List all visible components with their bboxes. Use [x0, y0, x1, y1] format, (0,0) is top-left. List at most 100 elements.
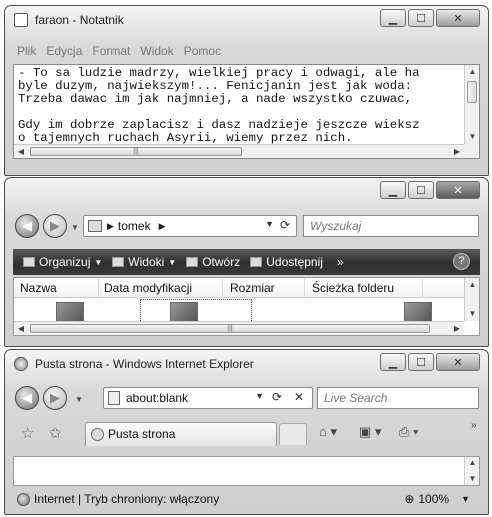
scroll-up-icon[interactable]: ▲ — [465, 65, 480, 79]
close-button[interactable]: ✕ — [436, 9, 480, 27]
search-input[interactable]: Live Search — [317, 387, 479, 409]
scroll-up-icon[interactable]: ▲ — [465, 278, 479, 292]
new-tab-button[interactable] — [279, 423, 307, 445]
recent-pages-icon[interactable]: ▼ — [75, 395, 83, 404]
page-content[interactable]: ▲ ▼ — [13, 456, 480, 486]
zoom-dropdown-icon[interactable]: ▼ — [461, 494, 470, 504]
home-icon[interactable]: ⌂ ▾ — [319, 424, 337, 440]
minimize-button[interactable]: ▁ — [380, 353, 406, 371]
address-dropdown-icon[interactable]: ▼ — [265, 219, 274, 229]
vertical-scrollbar[interactable]: ▲ ▼ — [464, 457, 479, 485]
globe-icon — [17, 492, 30, 506]
zoom-icon[interactable]: ⊕ — [404, 492, 414, 506]
breadcrumb[interactable]: tomek — [118, 219, 151, 233]
views-label: Widoki — [128, 255, 165, 269]
views-button[interactable]: Widoki ▼ — [112, 255, 176, 269]
column-date-modified[interactable]: Data modyfikacji — [104, 281, 192, 295]
chevron-down-icon: ▼ — [94, 257, 103, 267]
tab-label: Pusta strona — [108, 427, 176, 441]
refresh-icon[interactable]: ⟳ — [276, 218, 294, 234]
vertical-scrollbar[interactable]: ▲ ▼ — [464, 278, 479, 321]
notepad-icon — [14, 13, 28, 27]
vertical-scrollbar[interactable]: ▲ ▼ — [464, 65, 479, 144]
address-bar[interactable]: about:blank ▼ ⟳ ✕ — [103, 387, 313, 409]
file-thumbnail[interactable] — [170, 302, 198, 322]
back-button[interactable]: ◀ — [15, 214, 39, 238]
more-tools-button[interactable]: » — [471, 420, 477, 431]
chevron-right-icon[interactable]: ▶ — [159, 221, 166, 232]
maximize-button[interactable]: ☐ — [408, 9, 434, 27]
scroll-right-icon[interactable]: ▶ — [450, 145, 464, 158]
file-thumbnail[interactable] — [56, 302, 84, 322]
ie-window: Pusta strona - Windows Internet Explorer… — [4, 349, 489, 515]
column-divider[interactable] — [304, 278, 305, 298]
column-name[interactable]: Nazwa — [20, 281, 57, 295]
ie-titlebar[interactable]: Pusta strona - Windows Internet Explorer… — [5, 350, 488, 378]
horizontal-scrollbar[interactable]: ◀ ||| ▶ — [14, 321, 464, 335]
column-size[interactable]: Rozmiar — [230, 281, 275, 295]
notepad-titlebar[interactable]: faraon - Notatnik ▁ ☐ ✕ — [5, 6, 488, 34]
folder-icon — [88, 220, 102, 232]
search-input[interactable]: Wyszukaj — [303, 215, 479, 237]
print-icon[interactable]: ⎙ ▾ — [399, 424, 418, 440]
scroll-left-icon[interactable]: ◀ — [14, 145, 28, 158]
column-divider[interactable] — [222, 278, 223, 298]
scroll-down-icon[interactable]: ▼ — [465, 473, 480, 485]
address-dropdown-icon[interactable]: ▼ — [255, 391, 264, 401]
maximize-button[interactable]: ☐ — [408, 181, 434, 199]
scroll-down-icon[interactable]: ▼ — [465, 130, 480, 144]
help-icon[interactable]: ? — [453, 253, 470, 270]
zoom-level[interactable]: 100% — [418, 492, 449, 506]
close-button[interactable]: ✕ — [436, 353, 480, 371]
recent-pages-icon[interactable]: ▼ — [71, 223, 79, 232]
tab-blank-page[interactable]: Pusta strona — [85, 422, 277, 446]
ie-icon — [14, 357, 28, 371]
column-divider[interactable] — [98, 278, 99, 298]
back-button[interactable]: ◀ — [15, 386, 39, 410]
forward-button[interactable]: ▶ — [43, 386, 67, 410]
address-bar[interactable]: ▶ tomek ▶ ▼ ⟳ — [83, 215, 297, 237]
open-label: Otwórz — [202, 255, 241, 269]
command-bar: Organizuj ▼ Widoki ▼ Otwórz Udostępnij »… — [13, 249, 480, 275]
organize-label: Organizuj — [39, 255, 91, 269]
horizontal-scrollbar[interactable]: ◀ ||| ▶ — [14, 144, 464, 158]
scroll-down-icon[interactable]: ▼ — [465, 307, 479, 321]
add-favorites-icon[interactable]: ✩ — [49, 424, 62, 442]
menu-widok[interactable]: Widok — [140, 44, 173, 62]
open-button[interactable]: Otwórz — [186, 255, 240, 269]
scroll-right-icon[interactable]: ▶ — [450, 322, 464, 335]
menu-plik[interactable]: Plik — [17, 44, 36, 62]
more-commands-button[interactable]: » — [337, 255, 344, 269]
resize-grip[interactable] — [464, 144, 479, 158]
menu-edycja[interactable]: Edycja — [46, 44, 82, 62]
editor-text[interactable]: - To sa ludzie madrzy, wielkiej pracy i … — [18, 67, 461, 145]
explorer-titlebar[interactable]: ▁ ☐ ✕ — [5, 178, 488, 206]
notepad-menubar: Plik Edycja Format Widok Pomoc — [13, 44, 480, 62]
stop-icon[interactable]: ✕ — [290, 390, 308, 406]
column-header-row: Nazwa Data modyfikacji Rozmiar Ścieżka f… — [14, 278, 479, 298]
column-folder-path[interactable]: Ścieżka folderu — [312, 281, 394, 295]
refresh-icon[interactable]: ⟳ — [268, 390, 286, 406]
file-list[interactable]: Nazwa Data modyfikacji Rozmiar Ścieżka f… — [13, 277, 480, 336]
menu-pomoc[interactable]: Pomoc — [184, 44, 221, 62]
minimize-button[interactable]: ▁ — [380, 181, 406, 199]
forward-button[interactable]: ▶ — [43, 214, 67, 238]
close-button[interactable]: ✕ — [436, 181, 480, 199]
favorites-icon[interactable]: ☆ — [21, 424, 34, 442]
notepad-editor[interactable]: - To sa ludzie madrzy, wielkiej pracy i … — [13, 64, 480, 159]
scroll-up-icon[interactable]: ▲ — [465, 457, 480, 469]
minimize-button[interactable]: ▁ — [380, 9, 406, 27]
file-thumbnail[interactable] — [404, 302, 432, 322]
scroll-thumb[interactable]: ||| — [30, 324, 430, 333]
share-button[interactable]: Udostępnij — [250, 255, 323, 269]
scroll-thumb[interactable] — [467, 81, 477, 103]
maximize-button[interactable]: ☐ — [408, 353, 434, 371]
organize-button[interactable]: Organizuj ▼ — [23, 255, 102, 269]
column-divider[interactable] — [422, 278, 423, 298]
address-input[interactable]: about:blank — [126, 391, 188, 405]
scroll-left-icon[interactable]: ◀ — [14, 322, 28, 335]
scroll-thumb[interactable]: ||| — [30, 147, 242, 156]
menu-format[interactable]: Format — [92, 44, 130, 62]
chevron-right-icon[interactable]: ▶ — [107, 221, 114, 232]
feeds-icon[interactable]: ▣ ▾ — [359, 424, 381, 440]
